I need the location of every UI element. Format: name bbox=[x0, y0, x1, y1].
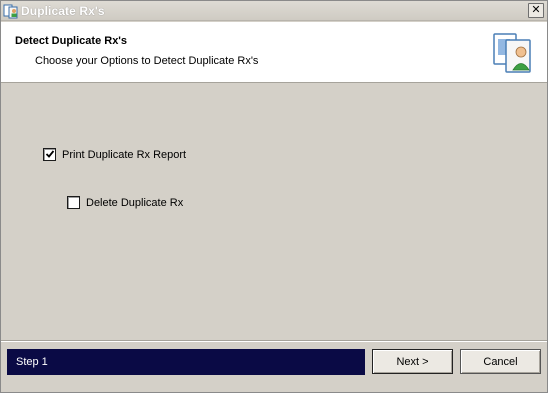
delete-duplicate-label: Delete Duplicate Rx bbox=[86, 196, 184, 209]
window-title: Duplicate Rx's bbox=[21, 4, 105, 18]
cancel-button[interactable]: Cancel bbox=[460, 349, 541, 374]
delete-duplicate-checkbox[interactable]: Delete Duplicate Rx bbox=[67, 196, 183, 209]
documents-user-icon bbox=[493, 33, 531, 73]
checkbox-box[interactable] bbox=[67, 196, 80, 209]
page-subtitle: Choose your Options to Detect Duplicate … bbox=[35, 55, 259, 67]
app-icon bbox=[3, 4, 18, 19]
footer-divider bbox=[1, 340, 547, 342]
checkmark-icon bbox=[45, 150, 55, 158]
close-button[interactable]: ✕ bbox=[528, 3, 544, 18]
title-bar[interactable]: Duplicate Rx's ✕ bbox=[1, 1, 547, 21]
next-button[interactable]: Next > bbox=[372, 349, 453, 374]
checkbox-box[interactable] bbox=[43, 148, 56, 161]
dialog-window: Duplicate Rx's ✕ Detect Duplicate Rx's C… bbox=[0, 0, 548, 393]
print-report-label: Print Duplicate Rx Report bbox=[62, 148, 187, 161]
header-panel: Detect Duplicate Rx's Choose your Option… bbox=[1, 22, 547, 83]
step-indicator: Step 1 bbox=[7, 349, 365, 375]
page-title: Detect Duplicate Rx's bbox=[15, 35, 128, 47]
print-report-checkbox[interactable]: Print Duplicate Rx Report bbox=[43, 148, 186, 161]
